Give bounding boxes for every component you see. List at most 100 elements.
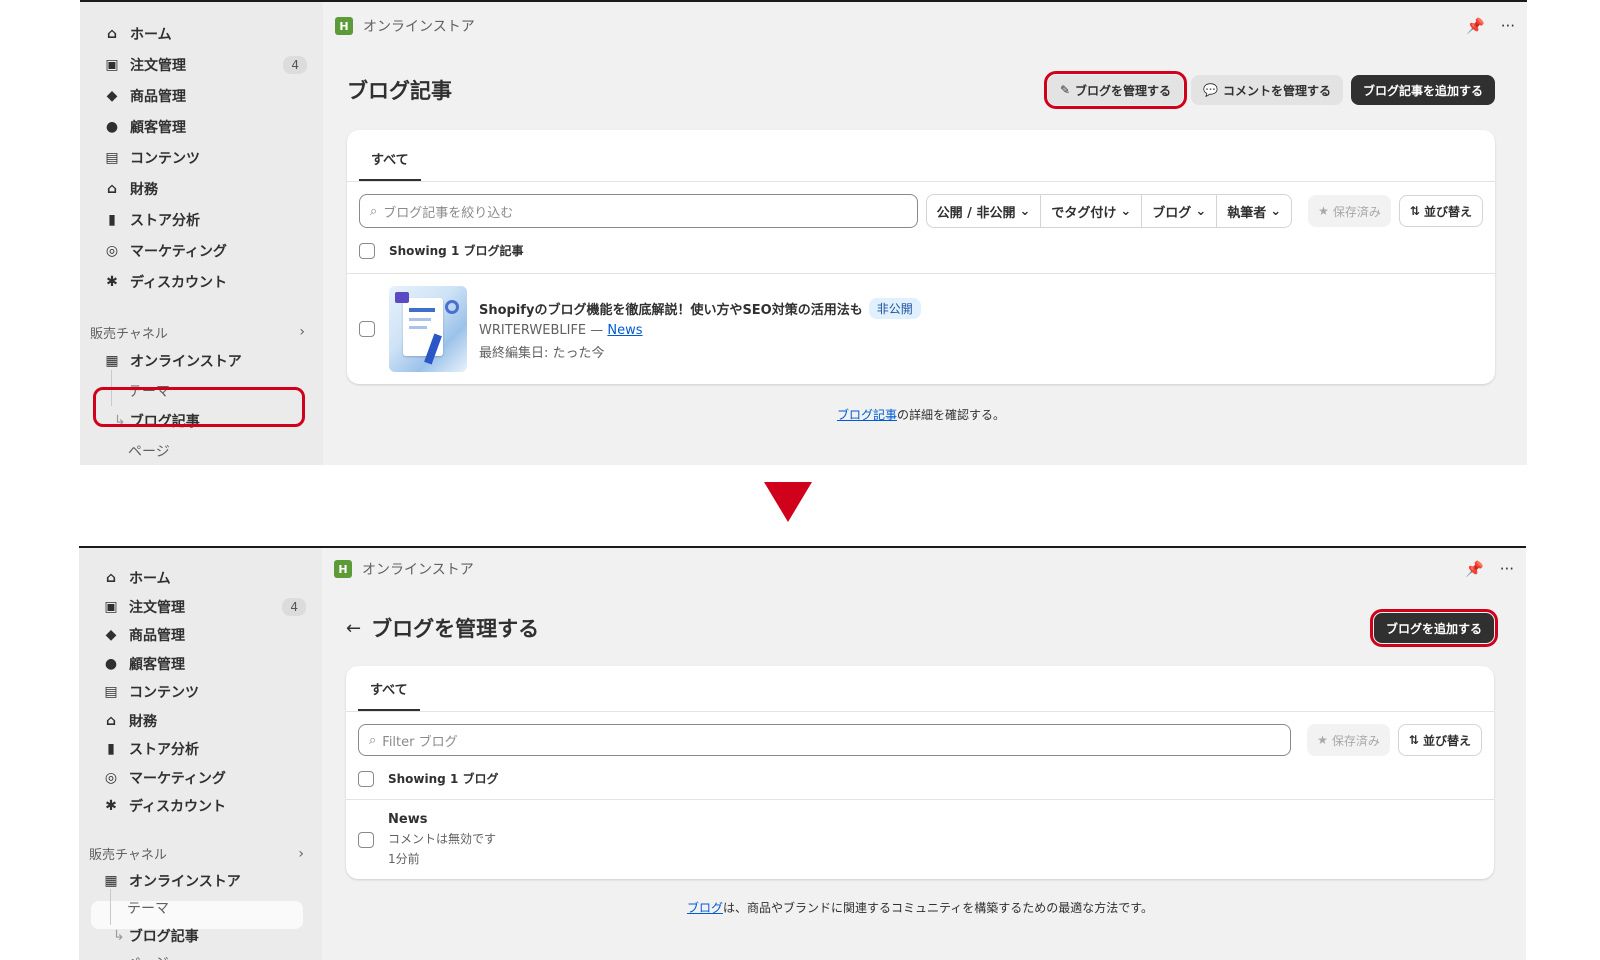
filter-tagged[interactable]: でタグ付け ⌄ (1041, 195, 1143, 227)
nav-item-marketing[interactable]: ◎ マーケティング (79, 764, 322, 793)
tab-bar: すべて (346, 666, 1494, 712)
article-author: WRITERWEBLIFE — News (479, 323, 921, 338)
nav-item-finance[interactable]: ⌂ 財務 (80, 173, 323, 204)
sort-button[interactable]: ⇅ 並び替え (1398, 195, 1483, 227)
learn-more-link[interactable]: ブログ (687, 901, 723, 915)
comment-icon: 💬 (1203, 83, 1218, 97)
tab-all[interactable]: すべて (358, 675, 420, 711)
showing-count: Showing 1 ブログ (388, 772, 499, 786)
discount-icon: ✱ (106, 273, 118, 290)
sales-channels-label: 販売チャネル (90, 326, 168, 342)
filter-blog[interactable]: ブログ ⌄ (1142, 195, 1218, 227)
page-title: ブログ記事 (347, 79, 452, 103)
nav-item-pages[interactable]: ページ (79, 950, 322, 960)
learn-more-link[interactable]: ブログ記事 (837, 408, 897, 422)
footer-text: は、商品やブランドに関連するコミュニティを構築するための最適な方法です。 (722, 901, 1154, 915)
nav-item-home[interactable]: ⌂ ホーム (79, 564, 322, 593)
nav-item-products[interactable]: ◆ 商品管理 (79, 621, 322, 650)
search-input[interactable]: ⌕ ブログ記事を絞り込む (359, 194, 918, 228)
author-name: WRITERWEBLIFE — (479, 322, 604, 338)
blog-info: News コメントは無効です 1分前 (388, 812, 496, 867)
nav-item-discounts[interactable]: ✱ ディスカウント (80, 266, 323, 297)
nav-item-content[interactable]: ▤ コンテンツ (80, 142, 323, 173)
sales-channels-header[interactable]: 販売チャネル › (79, 841, 322, 867)
store-icon: ▦ (105, 352, 119, 369)
page-title: ブログを管理する (371, 617, 540, 641)
article-edited: 最終編集日: たった今 (479, 345, 605, 361)
nav-item-blog-posts[interactable]: ↳ ブログ記事 (79, 922, 322, 950)
nav-label: テーマ (127, 901, 169, 918)
more-icon[interactable]: ··· (1501, 17, 1515, 35)
chevron-down-icon: ⌄ (1120, 203, 1132, 219)
tag-icon: ◆ (105, 627, 117, 644)
pin-icon[interactable]: 📌 (1466, 17, 1485, 35)
store-name: オンラインストア (363, 19, 475, 35)
nav-item-pages[interactable]: ページ (80, 436, 323, 465)
footer-text: の詳細を確認する。 (897, 408, 1006, 422)
chevron-down-icon: ⌄ (1195, 203, 1207, 219)
filter-label: でタグ付け (1051, 205, 1117, 221)
search-input[interactable]: ⌕ Filter ブログ (358, 724, 1292, 756)
nav-item-marketing[interactable]: ◎ マーケティング (80, 235, 323, 266)
search-placeholder: ブログ記事を絞り込む (383, 205, 514, 221)
add-post-button[interactable]: ブログ記事を追加する (1350, 75, 1495, 105)
nav-item-analytics[interactable]: ▮ ストア分析 (79, 735, 322, 764)
nav-item-analytics[interactable]: ▮ ストア分析 (80, 204, 323, 235)
nav-list: ⌂ ホーム ▣ 注文管理 4 ◆ 商品管理 ● 顧客管理 ▤ コンテンツ ⌂ 財務 ▮ ストア分… (80, 2, 323, 297)
footer-note: ブログ記事の詳細を確認する。 (347, 406, 1495, 423)
filter-row: ⌕ ブログ記事を絞り込む 公開 / 非公開 ⌄ でタグ付け ⌄ ブログ ⌄ 執筆者 ⌄ ★… (347, 182, 1495, 240)
sort-button[interactable]: ⇅ 並び替え (1397, 724, 1482, 756)
nav-item-theme[interactable]: テーマ (79, 888, 322, 925)
tab-all[interactable]: すべて (359, 145, 421, 181)
nav-item-orders[interactable]: ▣ 注文管理 4 (80, 49, 323, 80)
orders-count-badge: 4 (283, 55, 307, 74)
nav-item-customers[interactable]: ● 顧客管理 (79, 650, 322, 679)
nav-item-products[interactable]: ◆ 商品管理 (80, 80, 323, 111)
nav-item-orders[interactable]: ▣ 注文管理 4 (79, 593, 322, 622)
select-all-checkbox[interactable] (359, 242, 375, 259)
nav-item-online-store[interactable]: ▦ オンラインストア (80, 345, 323, 376)
saved-label: 保存済み (1331, 733, 1380, 748)
nav-label: 注文管理 (129, 599, 185, 616)
footer-note: ブログは、商品やブランドに関連するコミュニティを構築するための最適な方法です。 (346, 899, 1494, 916)
highlight-blog-posts (93, 387, 305, 427)
store-name: オンラインストア (362, 562, 474, 578)
back-arrow-icon[interactable]: ← (346, 618, 361, 639)
filter-visibility[interactable]: 公開 / 非公開 ⌄ (927, 195, 1042, 227)
nav-label: オンラインストア (129, 873, 241, 890)
filter-group: 公開 / 非公開 ⌄ でタグ付け ⌄ ブログ ⌄ 執筆者 ⌄ (925, 194, 1293, 228)
saved-button[interactable]: ★ 保存済み (1307, 724, 1390, 756)
article-row[interactable]: Shopifyのブログ機能を徹底解説！使い方やSEO対策の活用法も 非公開 WRI… (347, 274, 1495, 384)
blog-link[interactable]: News (607, 323, 642, 338)
nav-item-home[interactable]: ⌂ ホーム (80, 18, 323, 49)
row-checkbox[interactable] (359, 321, 375, 337)
discount-icon: ✱ (105, 798, 117, 815)
nav-item-finance[interactable]: ⌂ 財務 (79, 707, 322, 736)
pin-icon[interactable]: 📌 (1465, 560, 1484, 578)
row-checkbox[interactable] (358, 831, 374, 848)
search-placeholder: Filter ブログ (382, 734, 458, 750)
nav-item-content[interactable]: ▤ コンテンツ (79, 678, 322, 707)
more-icon[interactable]: ··· (1500, 560, 1514, 578)
nav-label: オンラインストア (130, 353, 242, 370)
nav-label: ストア分析 (129, 742, 199, 759)
topbar: H オンラインストア 📌 ··· (322, 548, 1526, 590)
nav-item-online-store[interactable]: ▦ オンラインストア (79, 867, 322, 895)
select-all-checkbox[interactable] (358, 770, 374, 787)
add-blog-button[interactable]: ブログを追加する (1369, 609, 1499, 647)
article-title[interactable]: Shopifyのブログ機能を徹底解説！使い方やSEO対策の活用法も 非公開 (479, 297, 921, 319)
manage-comments-button[interactable]: 💬 コメントを管理する (1191, 75, 1343, 105)
nav-item-discounts[interactable]: ✱ ディスカウント (79, 792, 322, 821)
sales-channels-header[interactable]: 販売チャネル › (80, 319, 323, 345)
inbox-icon: ▣ (104, 598, 118, 615)
blog-updated-time: 1分前 (388, 852, 420, 866)
tab-bar: すべて (347, 130, 1495, 182)
nav-item-customers[interactable]: ● 顧客管理 (80, 111, 323, 142)
saved-label: 保存済み (1332, 204, 1381, 219)
blog-row[interactable]: News コメントは無効です 1分前 (346, 800, 1494, 879)
saved-button[interactable]: ★ 保存済み (1308, 195, 1391, 227)
bank-icon: ⌂ (106, 180, 118, 197)
manage-blogs-button[interactable]: ✎ ブログを管理する (1043, 71, 1188, 109)
filter-author[interactable]: 執筆者 ⌄ (1217, 195, 1291, 227)
blog-name[interactable]: News (388, 812, 496, 827)
